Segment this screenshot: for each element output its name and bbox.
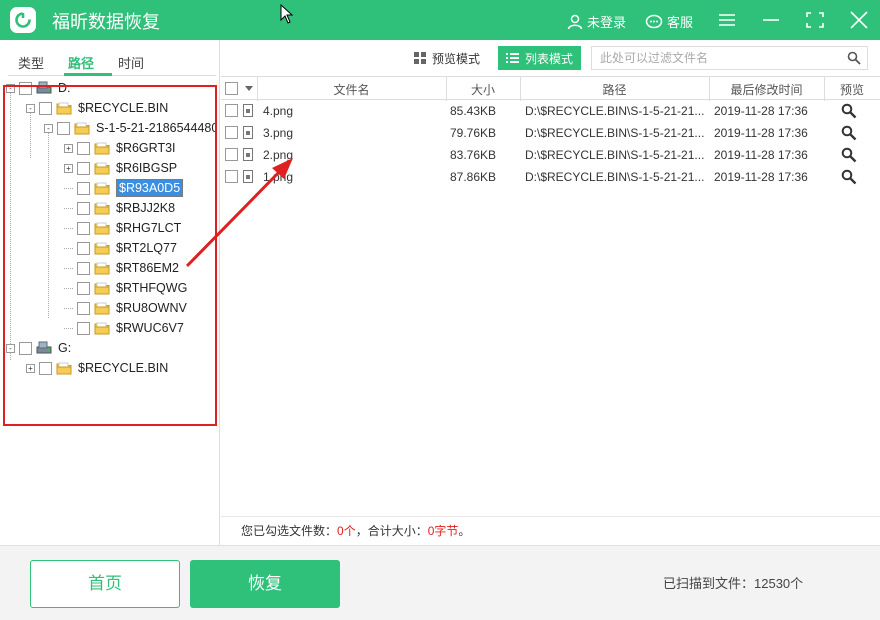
app-logo-icon: [10, 7, 36, 33]
file-icon: [243, 148, 253, 161]
menu-icon[interactable]: [716, 10, 738, 30]
status-middle: ，合计大小：: [355, 524, 428, 538]
cell-size: 87.86KB: [450, 170, 497, 184]
column-path[interactable]: 路径: [520, 81, 709, 98]
home-button[interactable]: 首页: [30, 560, 180, 608]
preview-magnifier-icon[interactable]: [841, 103, 857, 119]
cell-modified: 2019-11-28 17:36: [714, 170, 808, 184]
selected-count: 0个: [337, 524, 356, 538]
cell-path: D:\$RECYCLE.BIN\S-1-5-21-21...: [525, 170, 705, 184]
preview-mode-label: 预览模式: [432, 51, 481, 66]
file-list-header: 文件名 大小 路径 最后修改时间 预览: [221, 76, 880, 101]
chevron-down-icon[interactable]: [245, 86, 253, 92]
service-label: 客服: [667, 15, 694, 30]
column-filename[interactable]: 文件名: [257, 81, 446, 98]
cell-filename: 4.png: [263, 104, 294, 118]
row-checkbox[interactable]: [225, 170, 238, 183]
cell-filename: 3.png: [263, 126, 294, 140]
grid-icon: [414, 52, 426, 64]
table-row[interactable]: 1.png 87.86KB D:\$RECYCLE.BIN\S-1-5-21-21.…: [221, 166, 880, 188]
cell-size: 85.43KB: [450, 104, 497, 118]
preview-magnifier-icon[interactable]: [841, 125, 857, 141]
tree-panel: 类型 路径 时间 - D: - $RECYCLE.BIN - S-1-5-21-21865…: [0, 40, 220, 582]
tab-path[interactable]: 路径: [68, 53, 94, 72]
column-preview: 预览: [839, 83, 864, 97]
file-icon: [243, 170, 253, 183]
tree-tabs: 类型 路径 时间: [8, 48, 216, 76]
preview-magnifier-icon[interactable]: [841, 169, 857, 185]
selected-size: 0字节: [427, 524, 459, 538]
cell-modified: 2019-11-28 17:36: [714, 104, 808, 118]
table-row[interactable]: 4.png 85.43KB D:\$RECYCLE.BIN\S-1-5-21-21.…: [221, 100, 880, 122]
cell-filename: 2.png: [263, 148, 294, 162]
app-title: 福昕数据恢复: [52, 12, 160, 32]
select-all-checkbox[interactable]: [225, 82, 238, 95]
filename-filter-input[interactable]: 此处可以过滤文件名: [591, 46, 868, 70]
list-mode-label: 列表模式: [525, 51, 574, 66]
view-toolbar: 预览模式 列表模式 此处可以过滤文件名: [221, 40, 880, 75]
mouse-cursor-icon: [280, 4, 294, 24]
login-link[interactable]: 未登录: [567, 12, 626, 31]
login-label: 未登录: [587, 15, 627, 30]
row-checkbox[interactable]: [225, 104, 238, 117]
cell-modified: 2019-11-28 17:36: [714, 148, 808, 162]
selection-status: 您已勾选文件数：0个，合计大小：0字节。: [221, 516, 880, 544]
preview-mode-button[interactable]: 预览模式: [406, 46, 488, 70]
row-checkbox[interactable]: [225, 148, 238, 161]
file-icon: [243, 126, 253, 139]
cell-path: D:\$RECYCLE.BIN\S-1-5-21-21...: [525, 126, 705, 140]
status-suffix: 。: [458, 524, 471, 538]
minimize-icon[interactable]: [760, 10, 782, 30]
scanned-file-count: 已扫描到文件：12530个: [663, 576, 804, 591]
footer-bar: 首页 恢复 已扫描到文件：12530个: [0, 545, 880, 620]
user-icon: [567, 14, 583, 29]
active-tab-indicator: [64, 73, 112, 76]
list-mode-button[interactable]: 列表模式: [498, 46, 582, 70]
preview-magnifier-icon[interactable]: [841, 147, 857, 163]
annotation-highlight-box: [3, 85, 217, 426]
chat-icon: [645, 14, 663, 28]
row-checkbox[interactable]: [225, 126, 238, 139]
cell-size: 83.76KB: [450, 148, 497, 162]
recover-button[interactable]: 恢复: [190, 560, 340, 608]
column-size[interactable]: 大小: [446, 81, 520, 98]
title-bar: 福昕数据恢复 未登录 客服: [0, 0, 880, 40]
status-prefix: 您已勾选文件数：: [241, 524, 338, 538]
table-row[interactable]: 3.png 79.76KB D:\$RECYCLE.BIN\S-1-5-21-21.…: [221, 122, 880, 144]
list-icon: [506, 53, 519, 63]
tab-time[interactable]: 时间: [118, 53, 144, 72]
search-placeholder: 此处可以过滤文件名: [600, 51, 709, 65]
maximize-icon[interactable]: [804, 10, 826, 30]
file-icon: [243, 104, 253, 117]
search-icon[interactable]: [847, 51, 861, 65]
cell-filename: 1.png: [263, 170, 294, 184]
close-icon[interactable]: [848, 10, 870, 30]
cell-modified: 2019-11-28 17:36: [714, 126, 808, 140]
service-link[interactable]: 客服: [645, 12, 693, 31]
column-modified[interactable]: 最后修改时间: [709, 81, 824, 98]
tab-type[interactable]: 类型: [18, 53, 44, 72]
cell-path: D:\$RECYCLE.BIN\S-1-5-21-21...: [525, 148, 705, 162]
cell-size: 79.76KB: [450, 126, 497, 140]
cell-path: D:\$RECYCLE.BIN\S-1-5-21-21...: [525, 104, 705, 118]
table-row[interactable]: 2.png 83.76KB D:\$RECYCLE.BIN\S-1-5-21-21.…: [221, 144, 880, 166]
